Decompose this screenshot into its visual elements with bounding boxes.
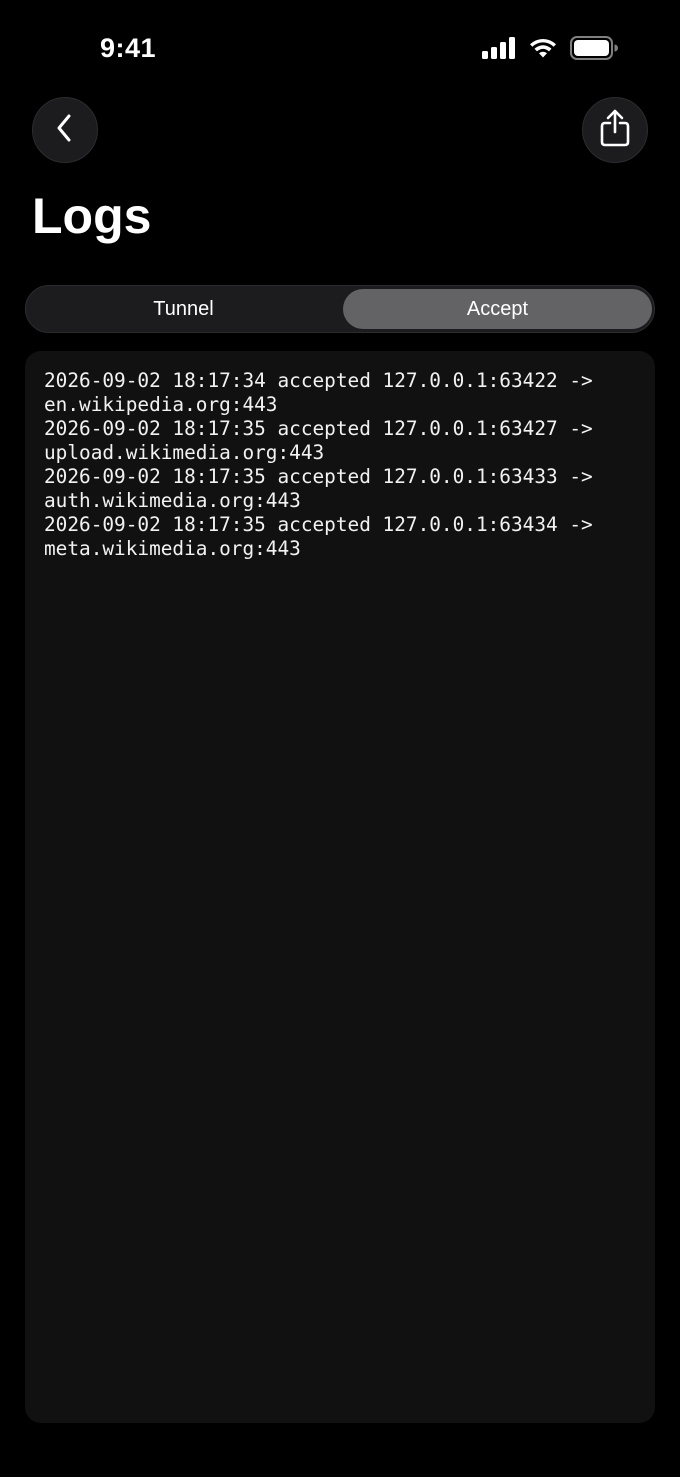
cellular-signal-icon: [482, 37, 516, 64]
wifi-icon: [528, 37, 558, 64]
log-line: auth.wikimedia.org:443: [44, 489, 301, 512]
share-button[interactable]: [582, 97, 648, 163]
log-output-panel[interactable]: 2026-09-02 18:17:34 accepted 127.0.0.1:6…: [25, 351, 655, 1423]
page-title: Logs: [32, 188, 152, 244]
battery-icon: [570, 36, 618, 65]
log-line: meta.wikimedia.org:443: [44, 537, 301, 560]
log-type-segmented-control: Tunnel Accept: [25, 285, 655, 333]
log-line: 2026-09-02 18:17:35 accepted 127.0.0.1:6…: [44, 465, 593, 488]
segment-tunnel[interactable]: Tunnel: [29, 289, 338, 329]
status-bar: 9:41: [0, 0, 680, 100]
log-line: 2026-09-02 18:17:35 accepted 127.0.0.1:6…: [44, 417, 593, 440]
status-icons: [482, 36, 618, 65]
status-time: 9:41: [100, 33, 157, 63]
log-line: 2026-09-02 18:17:35 accepted 127.0.0.1:6…: [44, 513, 593, 536]
chevron-left-icon: [53, 113, 77, 148]
log-line: upload.wikimedia.org:443: [44, 441, 325, 464]
log-line: 2026-09-02 18:17:34 accepted 127.0.0.1:6…: [44, 369, 593, 392]
back-button[interactable]: [32, 97, 98, 163]
share-icon: [599, 109, 631, 152]
segment-accept[interactable]: Accept: [343, 289, 652, 329]
log-line: en.wikipedia.org:443: [44, 393, 278, 416]
